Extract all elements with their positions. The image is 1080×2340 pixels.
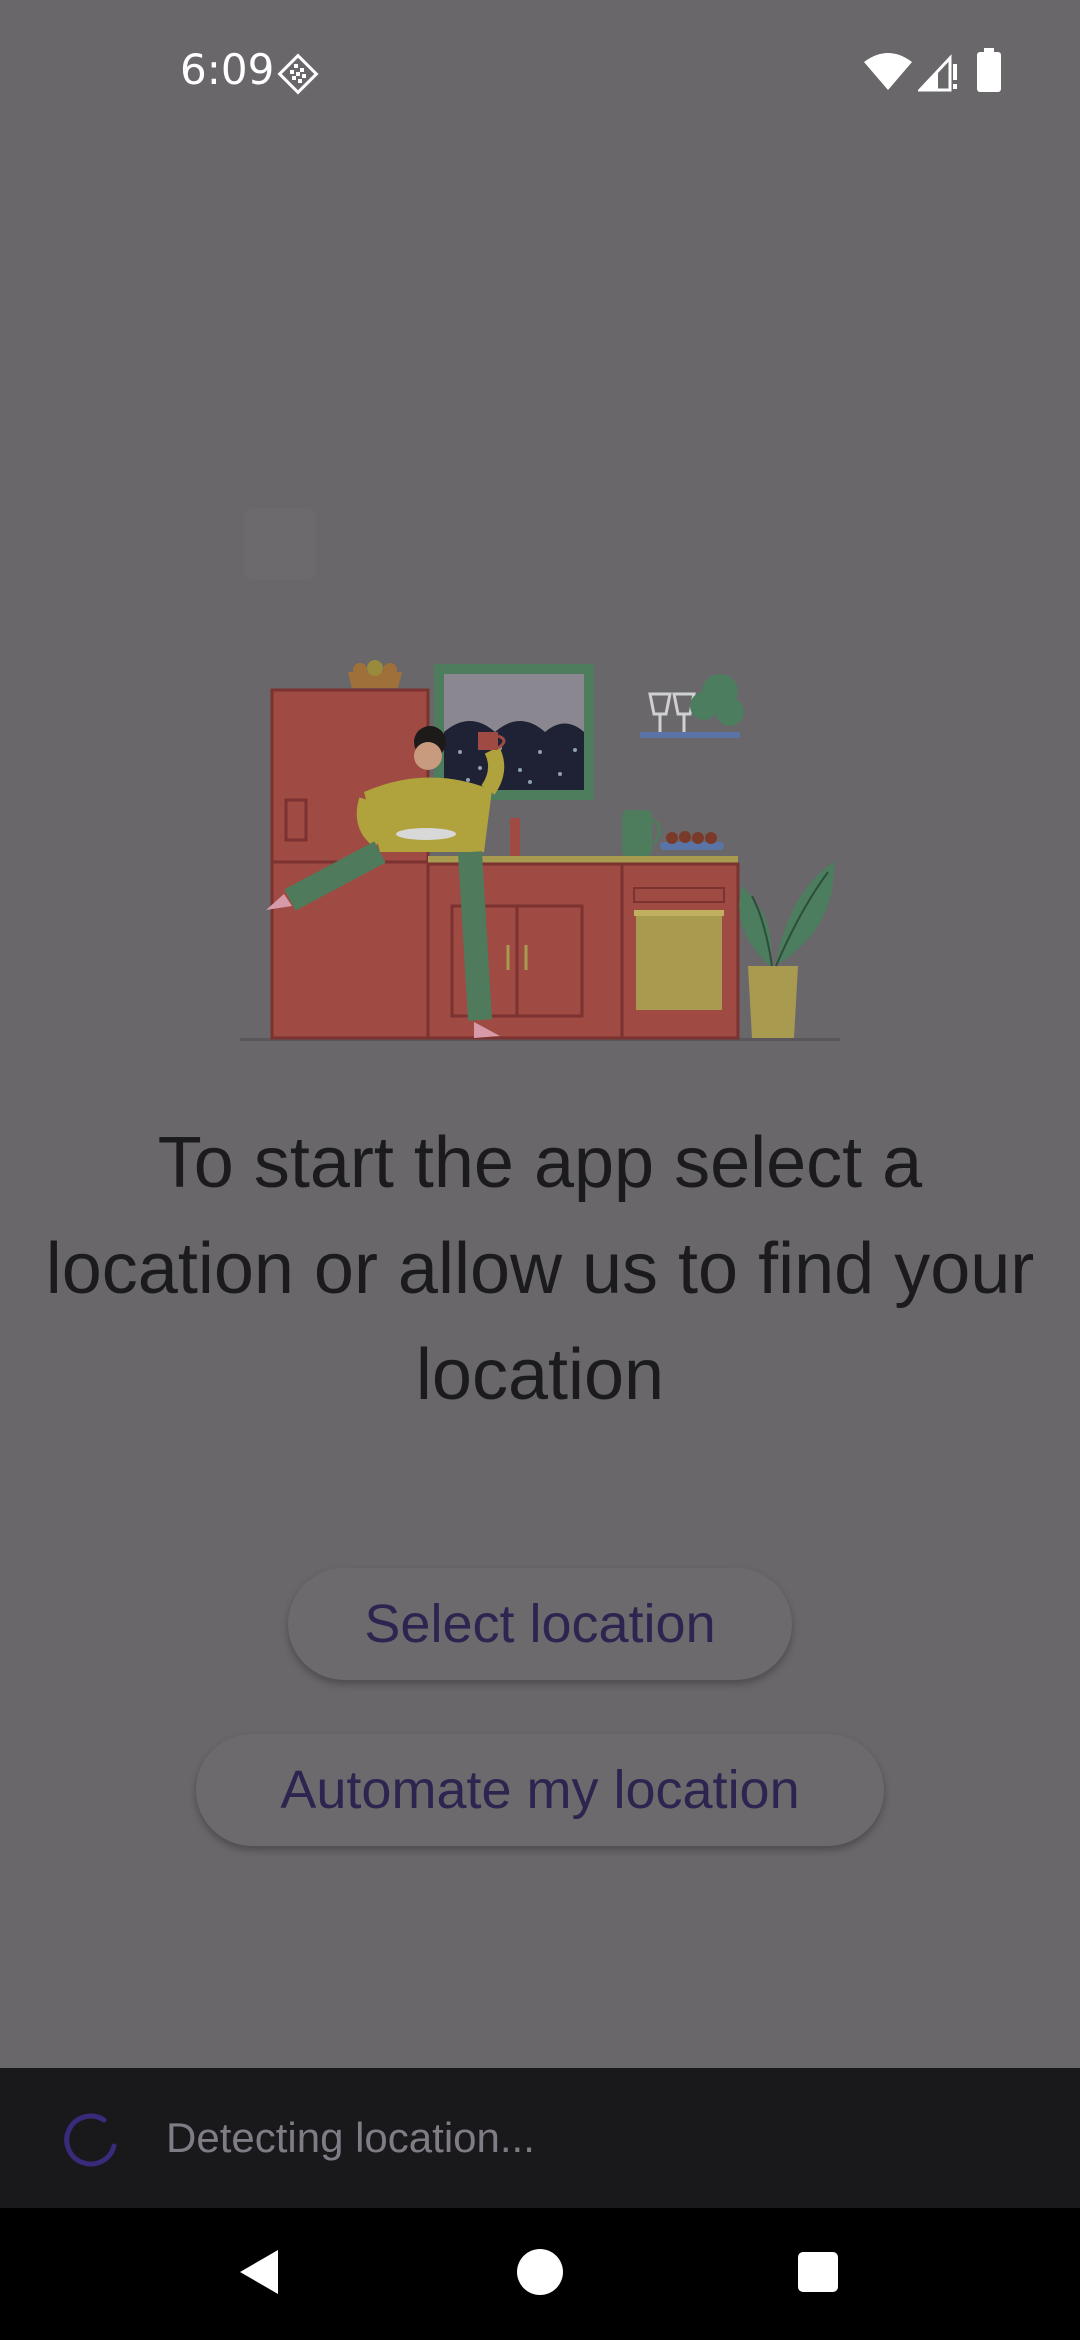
back-icon[interactable] [228,2240,292,2304]
notification-sync-icon [276,52,320,96]
loading-spinner-icon [60,2108,120,2168]
automate-location-button[interactable]: Automate my location [196,1734,884,1846]
status-bar: 6:09 [0,0,1080,140]
select-location-button[interactable]: Select location [288,1568,792,1680]
snackbar [0,2068,1080,2208]
cellular-signal-icon [916,52,960,92]
wifi-icon [862,52,914,92]
status-time: 6:09 [180,45,275,94]
snackbar-message: Detecting location... [166,2114,535,2161]
navigation-bar [0,2208,1080,2340]
intro-headline: To start the app select a location or al… [45,1123,1035,1415]
recents-icon[interactable] [786,2240,850,2304]
kitchen-illustration [230,640,850,1060]
home-icon[interactable] [508,2240,572,2304]
faint-placeholder [244,508,316,580]
battery-icon [976,48,1002,92]
